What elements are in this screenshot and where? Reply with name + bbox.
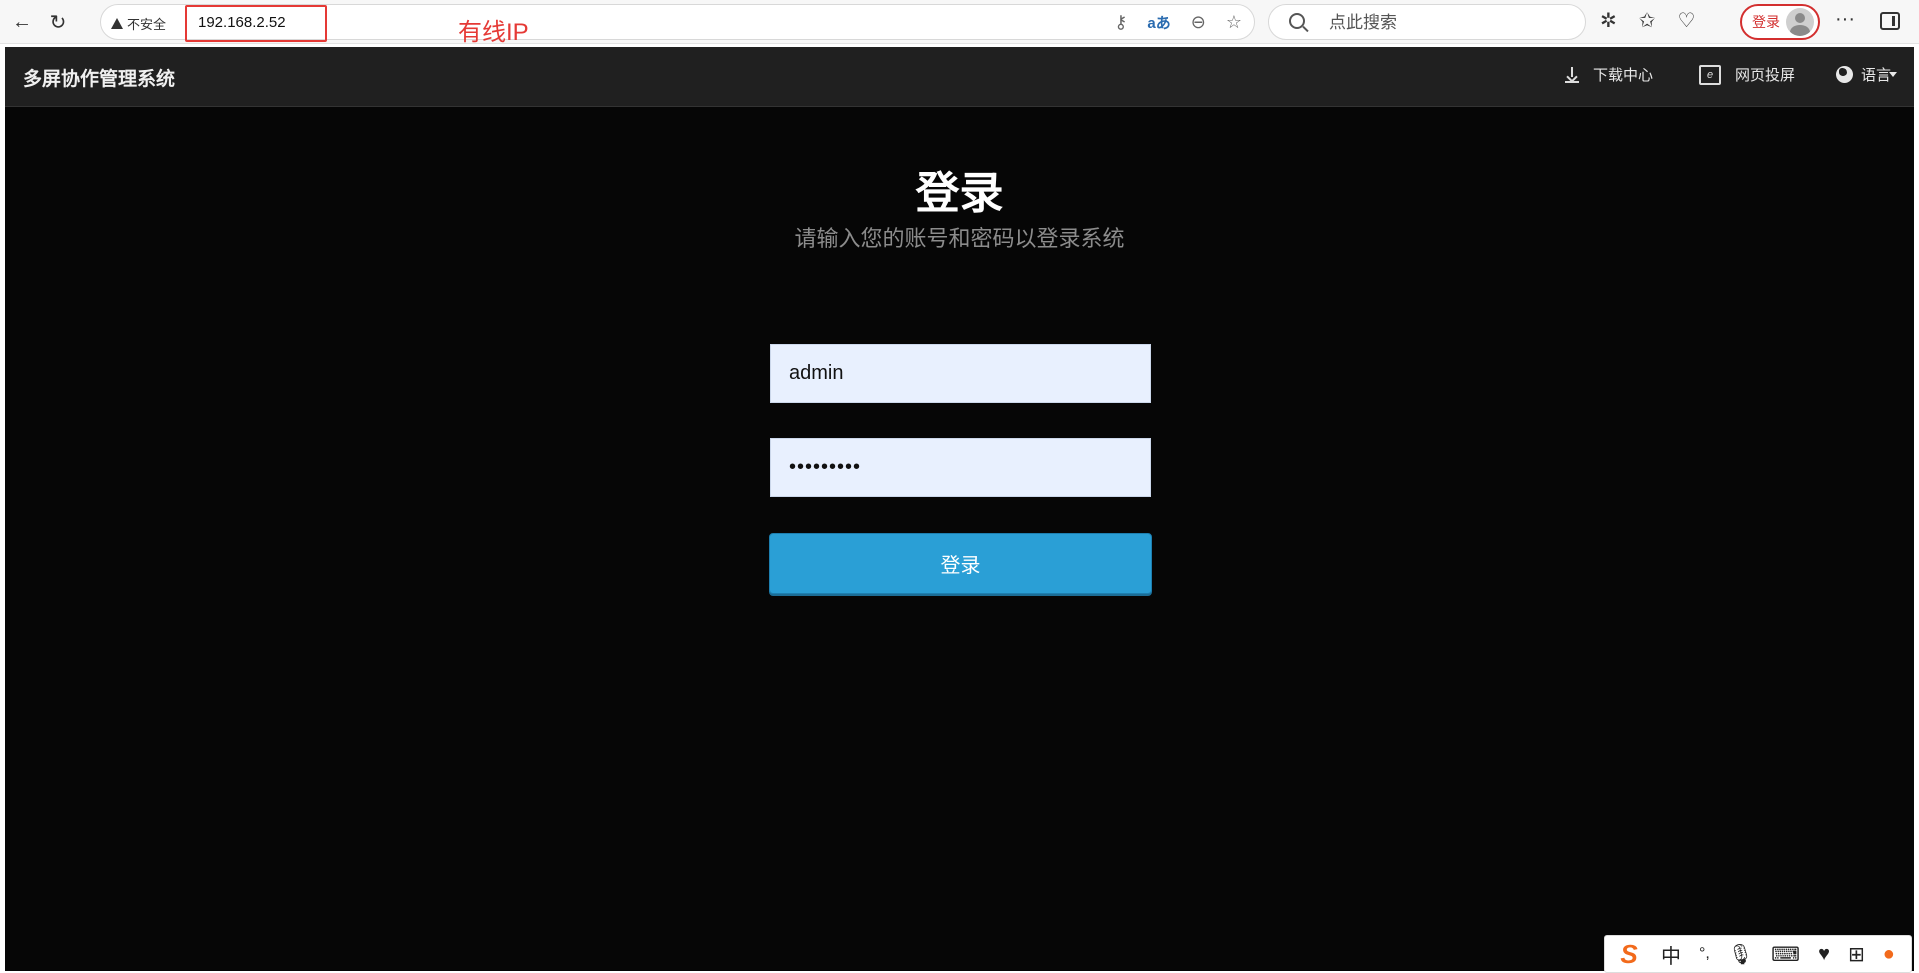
login-button[interactable]: 登录 bbox=[769, 533, 1152, 594]
language-dropdown[interactable]: 语言 bbox=[1836, 64, 1898, 85]
app-page: 多屏协作管理系统 下载中心 e 网页投屏 语言 登录 请输入您的账号和密码以登录… bbox=[5, 47, 1914, 971]
browser-account-button[interactable]: 登录 bbox=[1740, 4, 1820, 40]
avatar bbox=[1786, 8, 1814, 36]
security-indicator[interactable]: 不安全 bbox=[111, 14, 166, 33]
browser-toolbar: ← ↻ 不安全 192.168.2.52 有线IP ⚷ aあ ⊖ ☆ ✲ ✩ ♡… bbox=[0, 0, 1919, 46]
cast-label: 网页投屏 bbox=[1735, 67, 1796, 84]
account-label: 登录 bbox=[1752, 14, 1780, 30]
language-label: 语言 bbox=[1861, 67, 1892, 84]
key-icon[interactable]: ⚷ bbox=[1114, 12, 1127, 33]
ime-toolbar: S 中 °, 🎙︎ ⌨ ♥ ⊞ ● bbox=[1604, 935, 1912, 973]
keyboard-icon[interactable]: ⌨ bbox=[1771, 942, 1800, 967]
search-input[interactable] bbox=[1329, 13, 1569, 33]
browser-health-icon[interactable]: ♡ bbox=[1678, 8, 1696, 33]
favorites-icon[interactable]: ✩ bbox=[1639, 8, 1656, 33]
app-title: 多屏协作管理系统 bbox=[23, 69, 176, 90]
browser-search-box[interactable] bbox=[1268, 4, 1586, 40]
skin-icon[interactable]: ♥ bbox=[1818, 943, 1830, 966]
zoom-out-icon[interactable]: ⊖ bbox=[1191, 12, 1206, 33]
login-subtitle: 请输入您的账号和密码以登录系统 bbox=[794, 226, 1125, 251]
username-input[interactable] bbox=[770, 344, 1151, 403]
ime-mode-toggle[interactable]: 中 bbox=[1661, 940, 1681, 969]
favorite-star-icon[interactable]: ☆ bbox=[1226, 12, 1242, 33]
translate-icon[interactable]: aあ bbox=[1147, 12, 1170, 33]
url-text[interactable]: 192.168.2.52 bbox=[198, 14, 286, 31]
back-arrow-icon[interactable]: ← bbox=[8, 8, 36, 36]
sidebar-toggle-icon[interactable] bbox=[1880, 12, 1900, 30]
toolbox-grid-icon[interactable]: ⊞ bbox=[1848, 942, 1865, 967]
mascot-icon[interactable]: ● bbox=[1883, 943, 1895, 966]
search-icon bbox=[1289, 13, 1305, 29]
download-icon bbox=[1565, 66, 1579, 83]
annotation-label: 有线IP bbox=[458, 19, 529, 46]
extensions-icon[interactable]: ✲ bbox=[1600, 8, 1617, 33]
download-label: 下载中心 bbox=[1593, 67, 1654, 84]
caret-down-icon bbox=[1889, 72, 1898, 77]
password-input[interactable] bbox=[770, 438, 1151, 497]
warning-icon bbox=[111, 18, 123, 29]
web-cast-link[interactable]: e 网页投屏 bbox=[1699, 64, 1795, 85]
ime-logo-icon[interactable]: S bbox=[1615, 939, 1643, 969]
address-bar[interactable]: 不安全 192.168.2.52 有线IP ⚷ aあ ⊖ ☆ bbox=[100, 4, 1255, 46]
screen-cast-icon: e bbox=[1699, 64, 1721, 85]
microphone-icon[interactable]: 🎙︎ bbox=[1728, 942, 1753, 967]
globe-icon bbox=[1836, 66, 1853, 83]
login-title: 登录 bbox=[915, 169, 1004, 218]
insecure-label: 不安全 bbox=[127, 17, 167, 32]
ime-punct-toggle[interactable]: °, bbox=[1699, 945, 1710, 963]
app-header: 多屏协作管理系统 下载中心 e 网页投屏 语言 bbox=[5, 47, 1914, 107]
more-menu-icon[interactable]: ··· bbox=[1835, 8, 1855, 31]
download-center-link[interactable]: 下载中心 bbox=[1565, 64, 1653, 85]
reload-icon[interactable]: ↻ bbox=[44, 8, 72, 36]
